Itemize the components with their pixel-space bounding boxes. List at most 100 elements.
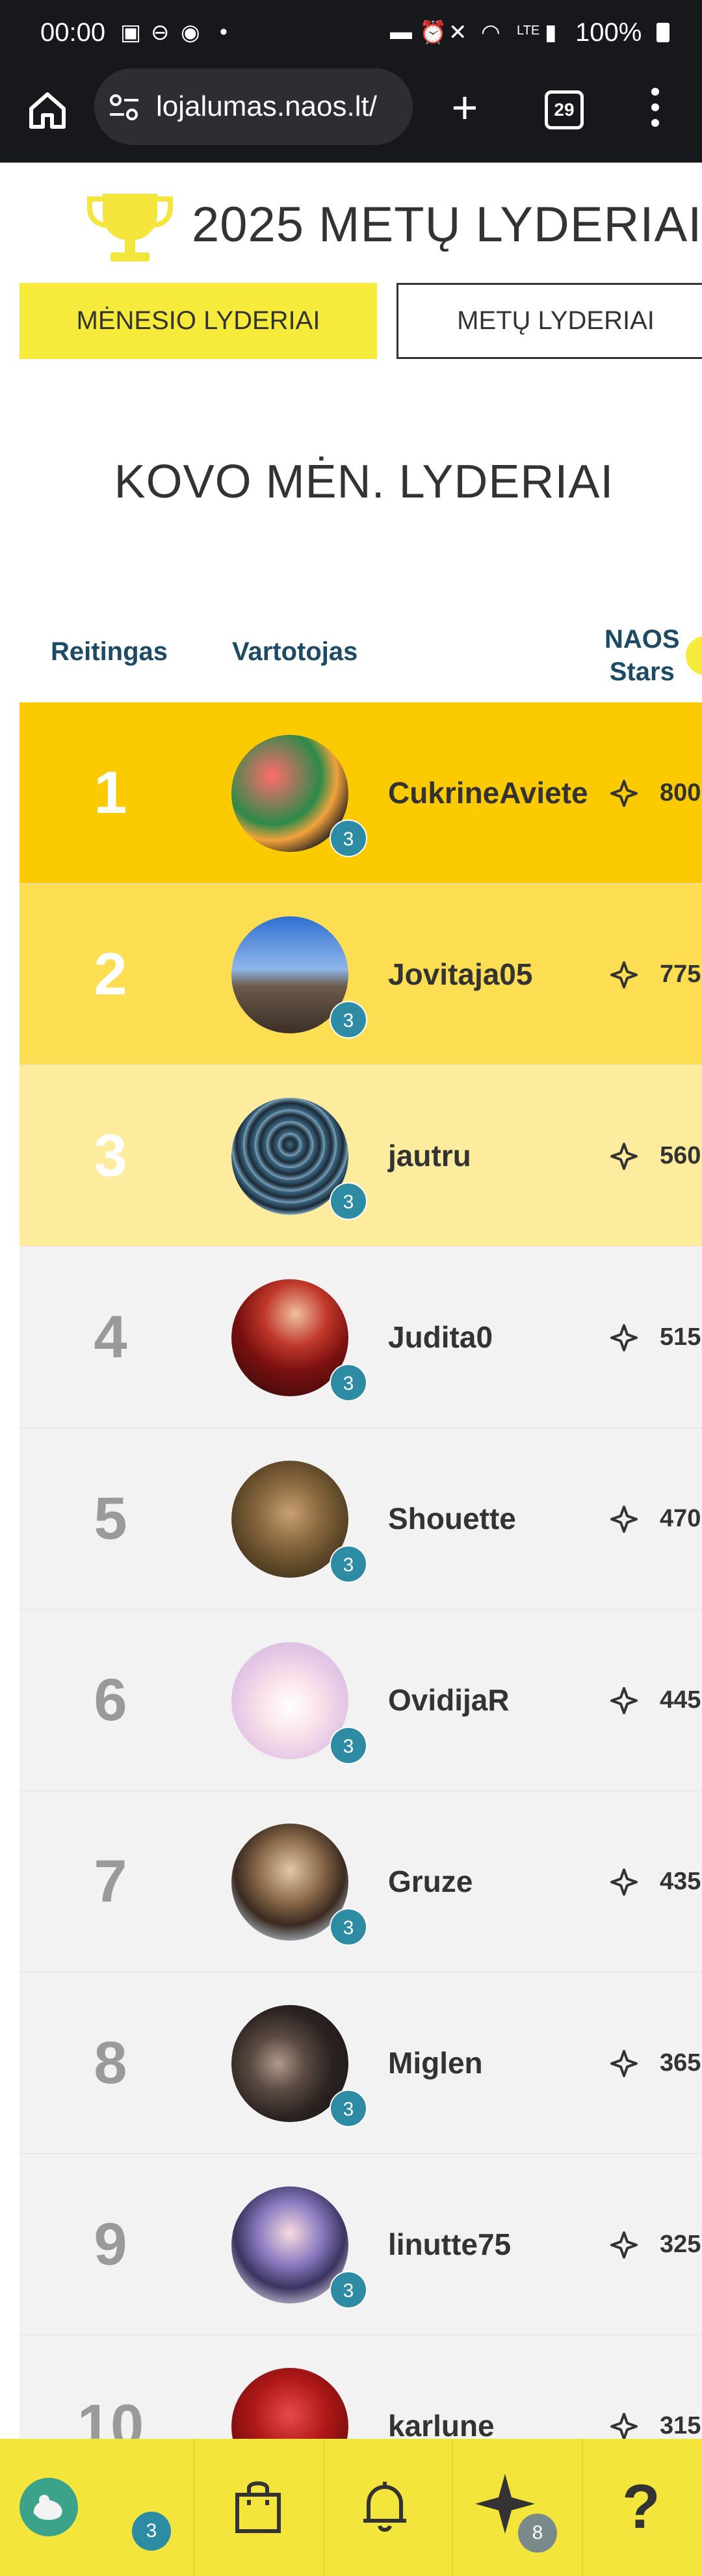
notifications-nav-button[interactable] (324, 2439, 452, 2576)
leaderboard-table: 1 3 CukrineAviete 800 2 3 Jovitaja05 775… (20, 702, 702, 2517)
stars-badge: 8 (518, 2514, 557, 2553)
username: jautru (388, 1139, 471, 1173)
rank-number: 1 (94, 760, 127, 826)
profile-nav-button[interactable]: 3 (0, 2439, 192, 2576)
rank-number: 7 (94, 1848, 127, 1915)
url-text[interactable]: lojalumas.naos.lt/ (156, 90, 410, 123)
points-value: 775 (660, 961, 701, 988)
points-value: 365 (660, 2049, 701, 2077)
alarm-icon: ⏰ (419, 20, 447, 45)
level-badge: 3 (330, 1182, 367, 1220)
username: Jovitaja05 (388, 957, 533, 991)
table-row: 1 3 CukrineAviete 800 (20, 702, 702, 884)
rank-number: 3 (94, 1122, 127, 1189)
shop-nav-button[interactable] (194, 2439, 323, 2576)
status-bar: 00:00 ▣ ⊖ ◉ • ▬ ⏰ ✕ ◠ LTE ▮ 100% (0, 0, 702, 68)
points-value: 445 (660, 1686, 701, 1714)
shopping-bag-icon (235, 2481, 281, 2533)
star-icon (610, 1506, 638, 1533)
star-icon (610, 2413, 638, 2440)
level-badge: 3 (330, 1727, 367, 1764)
rank-number: 2 (94, 941, 127, 1007)
level-badge: 3 (330, 1364, 367, 1401)
section-title: KOVO MĖN. LYDERIAI (114, 456, 614, 508)
sleep-icon: ▬ (390, 20, 412, 44)
username: Shouette (388, 1502, 516, 1535)
star-icon (610, 1868, 638, 1896)
level-badge: 3 (330, 1545, 367, 1583)
rank-number: 9 (94, 2211, 127, 2277)
level-badge: 3 (330, 2271, 367, 2309)
mute-icon: ✕ (448, 20, 467, 45)
profile-level-badge: 3 (132, 2512, 171, 2551)
volte-icon: LTE (517, 23, 540, 38)
table-row: 9 3 linutte75 325 (20, 2154, 702, 2335)
points-value: 515 (660, 1323, 701, 1351)
dnd-icon: ⊖ (151, 20, 170, 45)
points-value: 325 (660, 2231, 701, 2258)
stars-nav-button[interactable]: 8 (453, 2439, 582, 2576)
star-icon (610, 961, 638, 989)
star-icon (610, 1143, 638, 1170)
rank-number: 6 (94, 1667, 127, 1733)
points-value: 470 (660, 1505, 701, 1532)
status-time: 00:00 (40, 18, 106, 47)
star-icon (610, 1687, 638, 1714)
bottom-navigation: 3 8 ? (0, 2439, 702, 2576)
points-value: 560 (660, 1142, 701, 1169)
tab-yearly-leaders[interactable]: METŲ LYDERIAI (396, 283, 702, 359)
tab-monthly-leaders[interactable]: MĖNESIO LYDERIAI (20, 283, 377, 359)
level-badge: 3 (330, 1908, 367, 1946)
star-icon (610, 2231, 638, 2259)
rank-number: 8 (94, 2030, 127, 2096)
sync-icon: ◉ (181, 20, 200, 45)
wifi-icon: ◠ (481, 20, 500, 45)
level-badge: 3 (330, 2090, 367, 2127)
table-row: 4 3 Judita0 515 (20, 1247, 702, 1428)
signal-icon: ▮ (545, 20, 557, 45)
username: OvidijaR (388, 1683, 510, 1717)
table-row: 3 3 jautru 560 (20, 1065, 702, 1247)
username: CukrineAviete (388, 776, 588, 810)
dot-icon: • (220, 20, 228, 44)
home-icon[interactable] (25, 88, 70, 133)
star-icon (610, 1324, 638, 1351)
level-badge: 3 (330, 1001, 367, 1039)
column-header-stars: NAOS Stars (604, 623, 680, 688)
column-header-stars-line2: Stars (609, 657, 675, 686)
bell-icon (363, 2482, 406, 2532)
help-icon: ? (622, 2472, 660, 2542)
table-row: 2 3 Jovitaja05 775 (20, 884, 702, 1065)
star-icon (610, 780, 638, 807)
tab-switcher-button[interactable]: 29 (545, 90, 584, 129)
table-row: 6 3 OvidijaR 445 (20, 1610, 702, 1791)
table-row: 5 3 Shouette 470 (20, 1428, 702, 1610)
help-nav-button[interactable]: ? (583, 2439, 702, 2576)
column-header-rank: Reitingas (51, 637, 168, 666)
rank-number: 5 (94, 1485, 127, 1552)
rank-number: 4 (94, 1304, 127, 1370)
profile-avatar (20, 2478, 78, 2536)
points-value: 435 (660, 1868, 701, 1895)
trophy-icon (87, 194, 173, 261)
table-row: 8 3 Miglen 365 (20, 1972, 702, 2154)
more-menu-icon[interactable] (649, 88, 662, 131)
points-value: 800 (660, 779, 701, 806)
column-header-stars-line1: NAOS (604, 625, 680, 654)
battery-level: 100% (575, 18, 642, 47)
page-title: 2025 METŲ LYDERIAI (192, 197, 702, 252)
battery-icon (656, 23, 670, 42)
address-bar[interactable]: lojalumas.naos.lt/ (94, 68, 413, 145)
username: Miglen (388, 2046, 483, 2080)
star-icon (610, 2050, 638, 2077)
table-row: 7 3 Gruze 435 (20, 1791, 702, 1972)
username: Judita0 (388, 1320, 493, 1354)
username: Gruze (388, 1865, 473, 1898)
new-tab-icon[interactable]: + (443, 85, 486, 130)
site-settings-icon[interactable] (109, 93, 140, 122)
level-badge: 3 (330, 819, 367, 857)
sort-indicator[interactable] (686, 636, 702, 675)
username: linutte75 (388, 2227, 512, 2261)
gallery-icon: ▣ (120, 20, 142, 45)
browser-toolbar: lojalumas.naos.lt/ + 29 (0, 68, 702, 163)
